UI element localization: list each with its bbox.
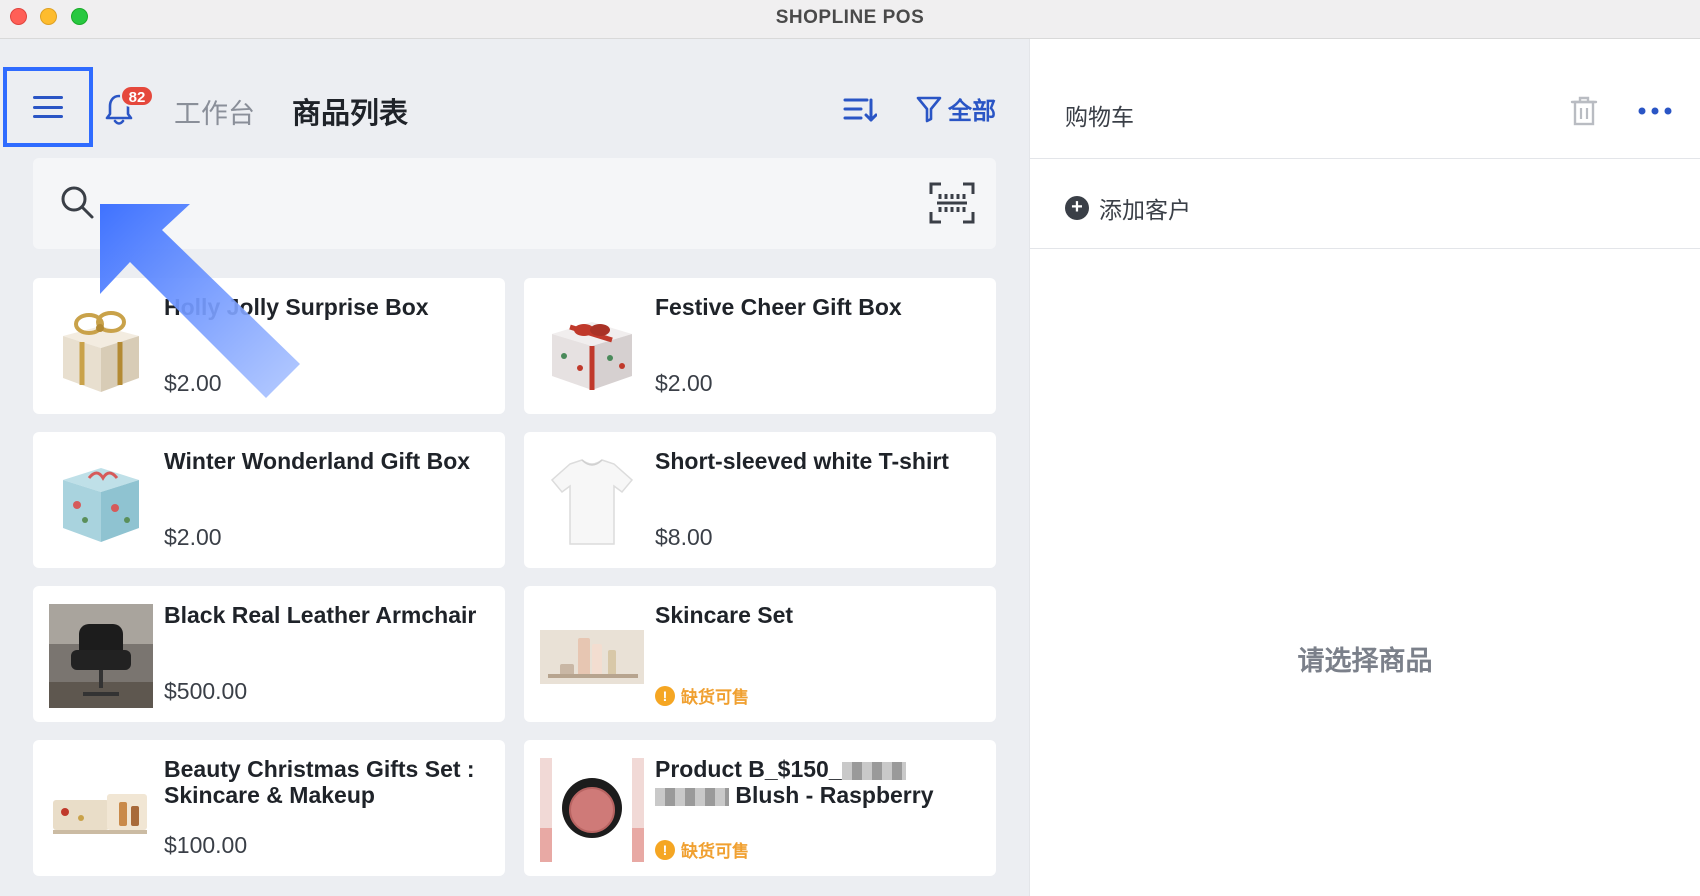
filter-funnel-icon bbox=[916, 96, 942, 122]
notification-badge: 82 bbox=[120, 85, 154, 107]
product-name: Short-sleeved white T-shirt bbox=[655, 448, 949, 474]
product-price: $2.00 bbox=[164, 370, 222, 396]
product-price: $8.00 bbox=[655, 524, 713, 550]
redacted-text bbox=[841, 761, 906, 780]
product-card[interactable]: Winter Wonderland Gift Box $2.00 bbox=[33, 432, 505, 568]
redacted-text bbox=[655, 787, 729, 806]
divider bbox=[1030, 158, 1700, 159]
app-title: SHOPLINE POS bbox=[775, 7, 925, 28]
divider bbox=[1030, 248, 1700, 249]
add-customer-button[interactable]: + 添加客户 bbox=[1065, 191, 1191, 225]
product-name: Product B_$150_ Blush - Raspberry bbox=[655, 756, 985, 808]
gold-ribbon-gift-box-image bbox=[63, 311, 139, 392]
red-ribbon-gift-box-image bbox=[552, 322, 632, 390]
product-card[interactable]: Beauty Christmas Gifts Set : Skincare & … bbox=[33, 740, 505, 876]
nav-workbench[interactable]: 工作台 bbox=[174, 92, 255, 131]
hamburger-menu-icon bbox=[33, 96, 63, 118]
window-titlebar: SHOPLINE POS bbox=[0, 0, 1700, 39]
out-of-stock-indicator: ! 缺货可售 bbox=[655, 837, 749, 862]
sort-icon[interactable] bbox=[843, 94, 877, 124]
add-circle-icon: + bbox=[1065, 196, 1089, 220]
product-price: $2.00 bbox=[655, 370, 713, 396]
search-icon bbox=[61, 186, 94, 219]
warning-icon: ! bbox=[655, 685, 675, 706]
product-card[interactable]: Holly Jolly Surprise Box $2.00 bbox=[33, 278, 505, 414]
search-bar[interactable] bbox=[33, 158, 996, 249]
blue-gift-box-image bbox=[63, 468, 139, 542]
out-of-stock-label: 缺货可售 bbox=[681, 688, 749, 707]
out-of-stock-indicator: ! 缺货可售 bbox=[655, 683, 749, 708]
product-name-part2: Blush - Raspberry bbox=[729, 782, 934, 808]
warning-icon: ! bbox=[655, 839, 675, 860]
skincare-bottles-image bbox=[540, 630, 644, 684]
search-input[interactable] bbox=[113, 178, 893, 228]
product-card[interactable]: Short-sleeved white T-shirt $8.00 bbox=[524, 432, 996, 568]
filter-button[interactable]: 全部 bbox=[916, 91, 996, 126]
product-card[interactable]: Black Real Leather Armchair $500.00 bbox=[33, 586, 505, 722]
product-name: Black Real Leather Armchair bbox=[164, 602, 477, 628]
blush-compact-image bbox=[540, 758, 644, 862]
more-options-icon[interactable] bbox=[1638, 106, 1672, 116]
trash-icon[interactable] bbox=[1570, 96, 1598, 126]
cart-pane: 购物车 + 添加客户 请选择商品 bbox=[1029, 39, 1700, 896]
barcode-scan-icon[interactable] bbox=[929, 182, 975, 224]
product-pane: 82 工作台 商品列表 全部 Holly Jolly Surprise Box … bbox=[0, 39, 1029, 896]
product-name-part1: Product B_$150_ bbox=[655, 756, 842, 782]
add-customer-label: 添加客户 bbox=[1099, 197, 1191, 223]
filter-label: 全部 bbox=[948, 98, 996, 125]
christmas-gift-set-image bbox=[53, 794, 147, 834]
product-name: Winter Wonderland Gift Box bbox=[164, 448, 471, 474]
menu-button[interactable] bbox=[3, 67, 93, 147]
product-card[interactable]: Skincare Set ! 缺货可售 bbox=[524, 586, 996, 722]
nav-product-list[interactable]: 商品列表 bbox=[292, 90, 408, 132]
cart-title: 购物车 bbox=[1065, 104, 1134, 130]
product-name: Skincare Set bbox=[655, 602, 794, 628]
product-name: Beauty Christmas Gifts Set : Skincare & … bbox=[164, 756, 475, 808]
product-card[interactable]: Festive Cheer Gift Box $2.00 bbox=[524, 278, 996, 414]
product-price: $2.00 bbox=[164, 524, 222, 550]
white-tshirt-image bbox=[550, 459, 634, 545]
out-of-stock-label: 缺货可售 bbox=[681, 842, 749, 861]
product-card[interactable]: Product B_$150_ Blush - Raspberry ! 缺货可售 bbox=[524, 740, 996, 876]
cart-empty-message: 请选择商品 bbox=[1297, 646, 1433, 676]
leather-armchair-image bbox=[49, 604, 153, 708]
product-name: Festive Cheer Gift Box bbox=[655, 294, 902, 320]
product-price: $500.00 bbox=[164, 678, 248, 704]
product-name: Holly Jolly Surprise Box bbox=[164, 294, 429, 320]
product-price: $100.00 bbox=[164, 832, 248, 858]
